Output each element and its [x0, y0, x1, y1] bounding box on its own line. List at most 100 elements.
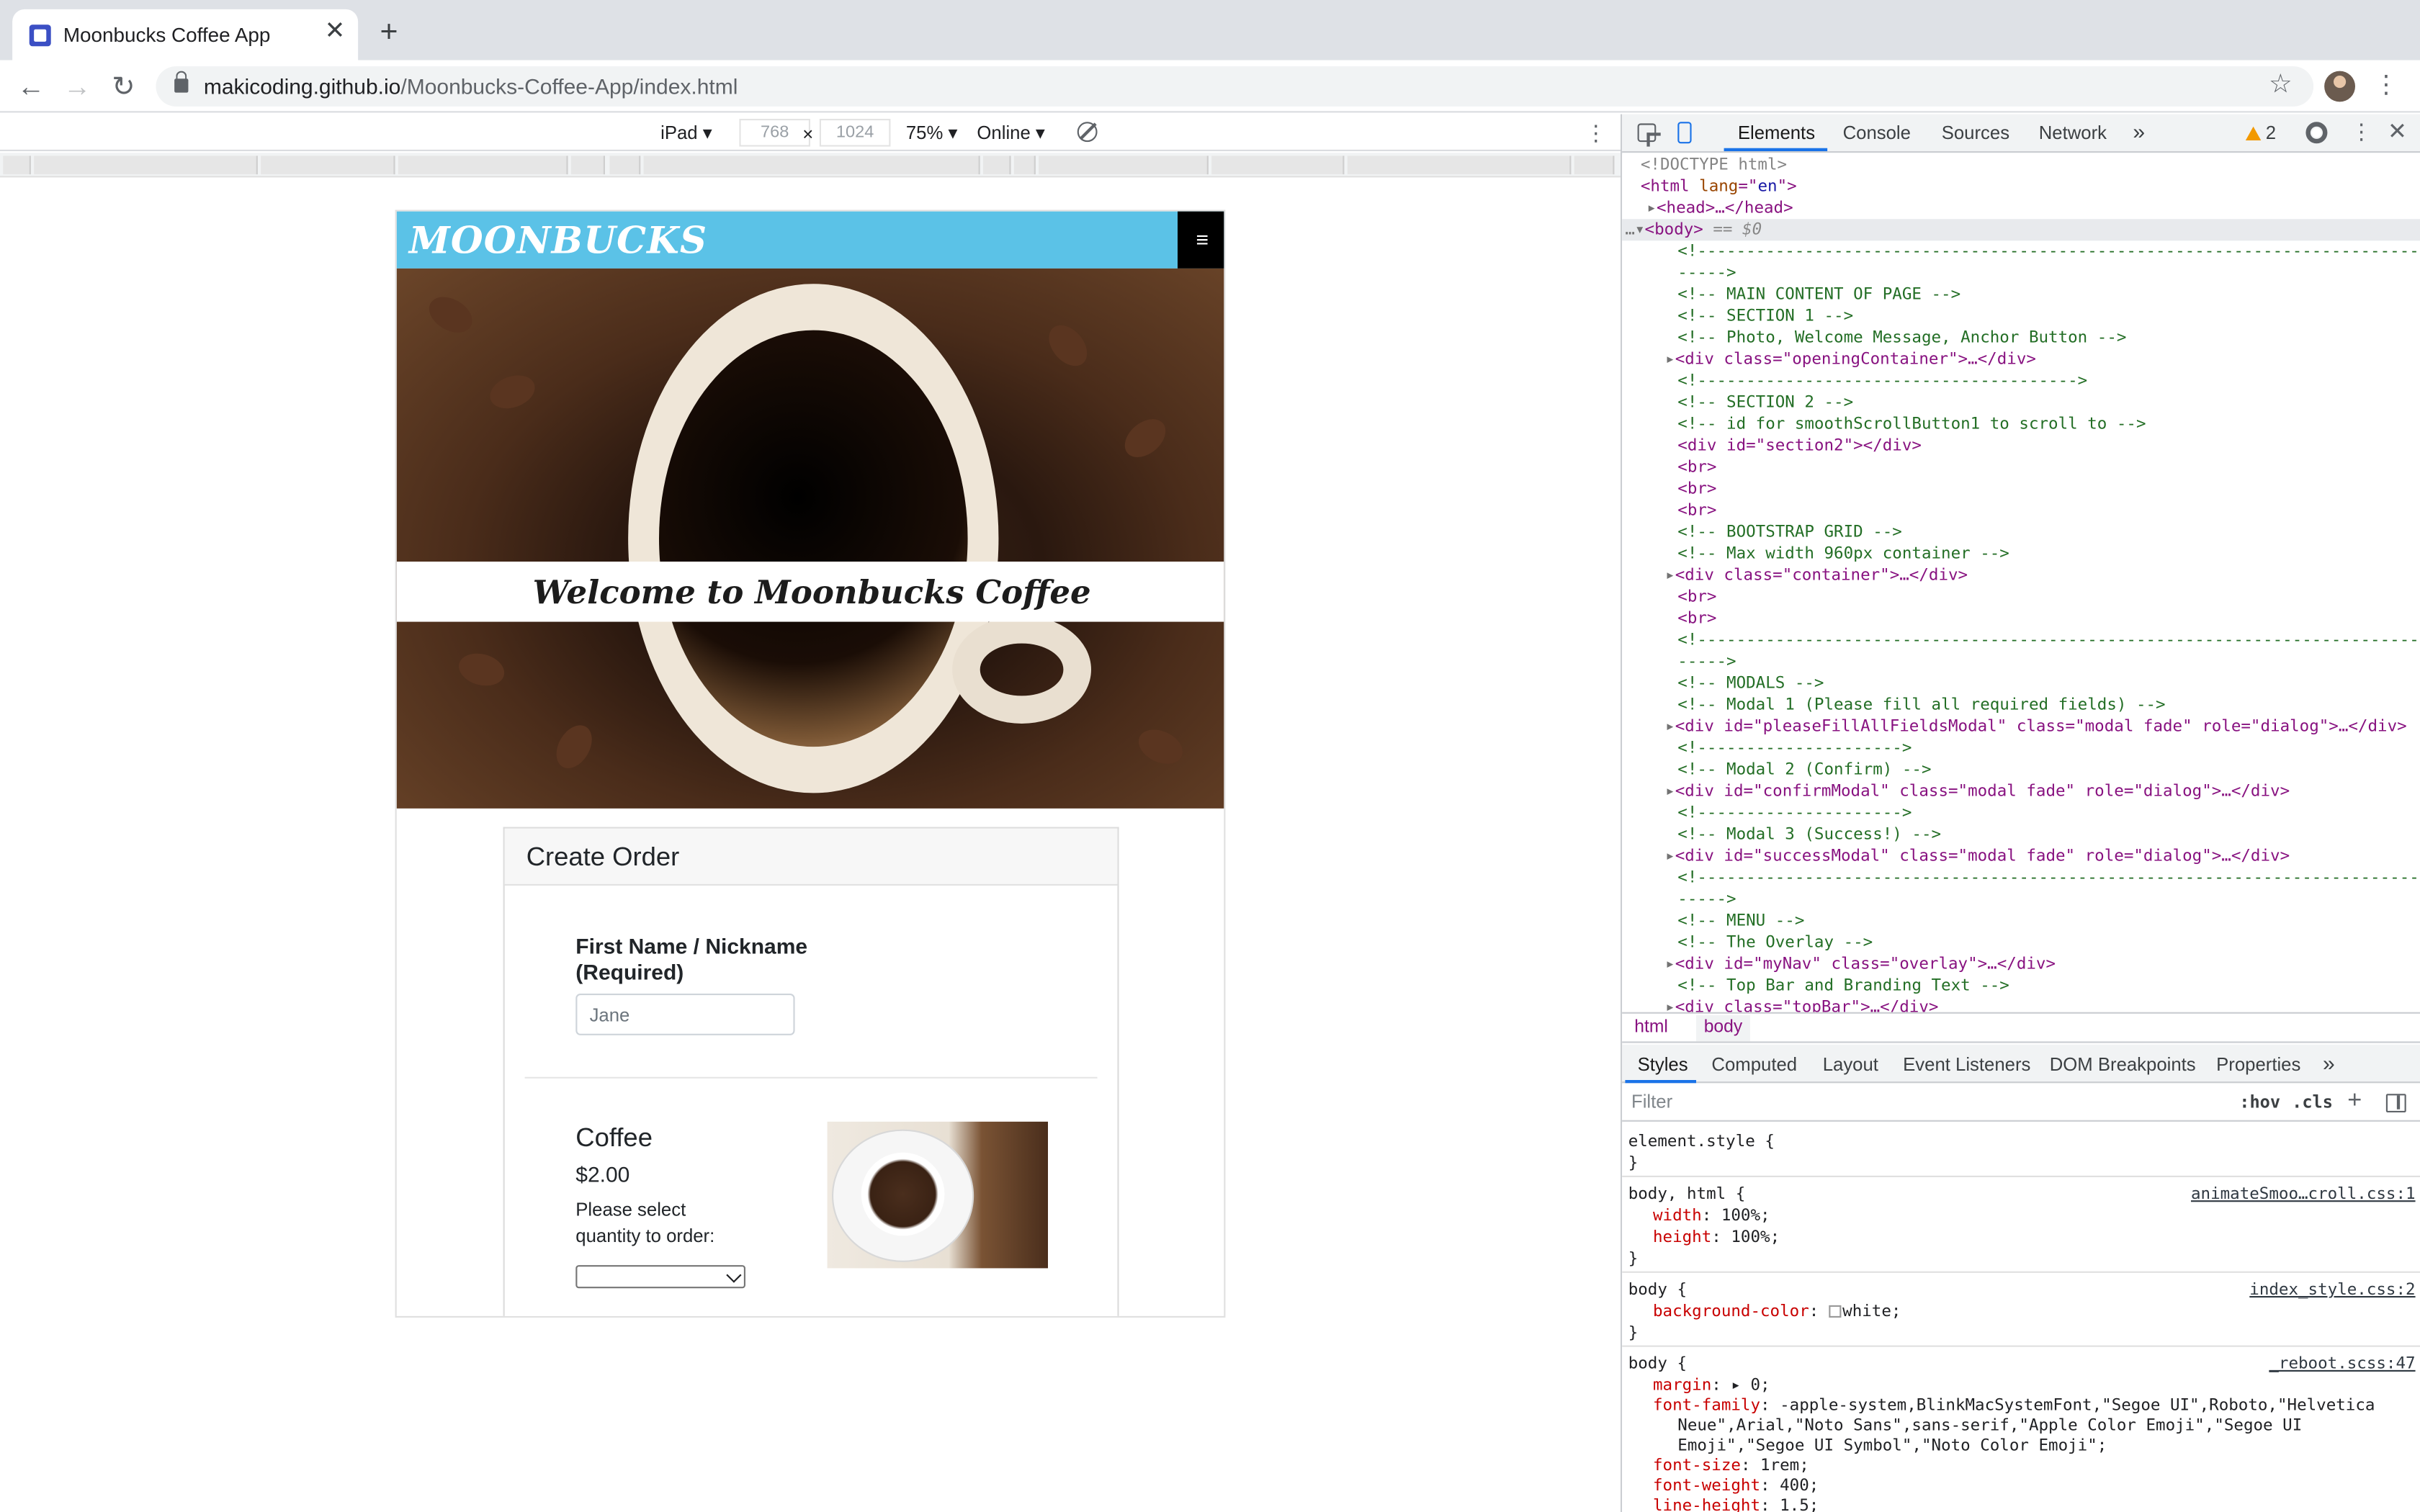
dom-line[interactable]: <br> — [1622, 478, 2420, 500]
dom-line[interactable]: <!--------------------------------------… — [1622, 629, 2420, 651]
warnings-badge[interactable]: 2 — [2245, 122, 2276, 143]
css-property[interactable]: background-color — [1653, 1302, 1809, 1321]
css-value[interactable]: : 1rem; — [1741, 1457, 1809, 1475]
ruler-segment[interactable] — [570, 156, 605, 175]
media-query-ruler[interactable] — [0, 153, 1621, 178]
ruler-segment[interactable] — [1574, 156, 1615, 175]
expand-triangle-icon[interactable]: ▸ — [1665, 566, 1675, 585]
new-tab-icon[interactable]: + — [374, 17, 405, 48]
css-value[interactable]: : 100%; — [1702, 1207, 1770, 1225]
dom-line[interactable]: <!-- Photo, Welcome Message, Anchor Butt… — [1622, 327, 2420, 348]
dom-line[interactable]: ▸<div id="myNav" class="overlay">…</div> — [1622, 953, 2420, 975]
dom-line-head[interactable]: ▸<head>…</head> — [1622, 197, 2420, 219]
dom-line[interactable]: <!-- SECTION 1 --> — [1622, 305, 2420, 327]
ruler-segment[interactable] — [1211, 156, 1345, 175]
dom-line[interactable]: -----> — [1622, 888, 2420, 910]
settings-gear-icon[interactable] — [2305, 122, 2328, 144]
dom-line[interactable]: <br> — [1622, 456, 2420, 478]
css-property[interactable]: line-height — [1653, 1497, 1760, 1512]
css-value[interactable]: : ▸ 0; — [1711, 1376, 1770, 1395]
dom-line[interactable]: <!DOCTYPE html> — [1622, 154, 2420, 176]
dom-line[interactable]: <!-- Top Bar and Branding Text --> — [1622, 975, 2420, 996]
dom-line[interactable]: <!-- Max width 960px container --> — [1622, 543, 2420, 564]
dom-line[interactable]: <!-- MODALS --> — [1622, 672, 2420, 694]
dom-line[interactable]: <!-- Modal 3 (Success!) --> — [1622, 824, 2420, 845]
lock-icon[interactable] — [174, 71, 189, 93]
css-value-continued[interactable]: Neue",Arial,"Noto Sans",sans-serif,"Appl… — [1677, 1416, 2302, 1435]
device-select[interactable]: iPad ▾ — [660, 122, 712, 143]
url-text[interactable]: makicoding.github.io/Moonbucks-Coffee-Ap… — [204, 74, 738, 99]
collapse-triangle-icon[interactable]: …▾ — [1625, 220, 1644, 239]
dom-line[interactable]: <div id="section2"></div> — [1622, 435, 2420, 456]
dom-line-body-selected[interactable]: …▾<body> == $0 — [1622, 219, 2420, 241]
expand-triangle-icon[interactable]: ▸ — [1665, 782, 1675, 801]
bookmark-star-icon[interactable]: ☆ — [2269, 69, 2293, 100]
dom-line[interactable]: <!-- Modal 1 (Please fill all required f… — [1622, 694, 2420, 716]
css-property[interactable]: font-weight — [1653, 1477, 1760, 1495]
css-value[interactable]: white; — [1842, 1302, 1901, 1321]
dom-line[interactable]: <!--------------------------------------… — [1622, 370, 2420, 392]
dom-line[interactable]: <!---------------------> — [1622, 802, 2420, 824]
ruler-segment[interactable] — [983, 156, 1011, 175]
css-value[interactable]: : 100%; — [1711, 1228, 1780, 1247]
brand-logo[interactable]: MOONBUCKS — [409, 217, 707, 262]
reload-icon[interactable]: ↻ — [108, 71, 139, 102]
hamburger-menu-icon[interactable]: ≡ — [1178, 211, 1224, 269]
dom-line[interactable]: <!--------------------------------------… — [1622, 240, 2420, 262]
breadcrumb-body[interactable]: body — [1696, 1015, 1750, 1042]
css-value[interactable]: : 400; — [1760, 1477, 1819, 1495]
dom-line[interactable]: <!-- SECTION 2 --> — [1622, 392, 2420, 413]
throttle-select[interactable]: Online ▾ — [977, 122, 1044, 143]
expand-triangle-icon[interactable]: ▸ — [1646, 199, 1657, 217]
ruler-segment[interactable] — [643, 156, 980, 175]
address-bar[interactable]: makicoding.github.io/Moonbucks-Coffee-Ap… — [156, 66, 2314, 107]
hover-state-toggle[interactable]: :hov — [2239, 1092, 2280, 1112]
dom-line[interactable]: <!---------------------> — [1622, 737, 2420, 759]
css-value[interactable]: : 1.5; — [1760, 1497, 1819, 1512]
browser-menu-icon[interactable]: ⋮ — [2374, 71, 2398, 102]
css-property[interactable]: font-family — [1653, 1396, 1760, 1415]
quantity-select[interactable] — [575, 1265, 745, 1289]
tab-console[interactable]: Console — [1843, 122, 1911, 143]
ruler-segment[interactable] — [3, 156, 31, 175]
browser-tab[interactable]: Moonbucks Coffee App ✕ — [12, 9, 359, 60]
dom-line[interactable]: <br> — [1622, 500, 2420, 521]
name-input[interactable]: Jane — [575, 994, 795, 1035]
rule-selector[interactable]: body { — [1628, 1281, 1687, 1300]
dom-line[interactable]: ▸<div id="successModal" class="modal fad… — [1622, 845, 2420, 867]
expand-triangle-icon[interactable]: ▸ — [1665, 998, 1675, 1012]
source-link[interactable]: _reboot.scss:47 — [2269, 1354, 2415, 1375]
css-property[interactable]: height — [1653, 1228, 1711, 1247]
ruler-segment[interactable] — [398, 156, 568, 175]
close-devtools-icon[interactable]: ✕ — [2388, 117, 2407, 145]
more-sub-tabs[interactable]: » — [2323, 1050, 2335, 1075]
tab-network[interactable]: Network — [2039, 122, 2107, 143]
source-link[interactable]: index_style.css:2 — [2249, 1281, 2415, 1302]
tab-layout[interactable]: Layout — [1823, 1054, 1878, 1076]
ruler-segment[interactable] — [1039, 156, 1209, 175]
class-toggle[interactable]: .cls — [2292, 1092, 2333, 1112]
ruler-segment[interactable] — [1013, 156, 1036, 175]
expand-triangle-icon[interactable]: ▸ — [1665, 717, 1675, 736]
dom-line[interactable]: <!-- Modal 2 (Confirm) --> — [1622, 759, 2420, 780]
width-input[interactable]: 768 — [739, 119, 810, 147]
tab-event-listeners[interactable]: Event Listeners — [1903, 1054, 2030, 1076]
dom-line[interactable]: -----> — [1622, 651, 2420, 672]
dom-line[interactable]: ▸<div class="openingContainer">…</div> — [1622, 348, 2420, 370]
dom-line[interactable]: <br> — [1622, 586, 2420, 608]
dom-line[interactable]: <!-- BOOTSTRAP GRID --> — [1622, 521, 2420, 543]
close-tab-icon[interactable]: ✕ — [323, 19, 347, 45]
css-property[interactable]: width — [1653, 1207, 1702, 1225]
rule-selector[interactable]: body { — [1628, 1354, 1687, 1373]
dom-line[interactable]: <!-- The Overlay --> — [1622, 932, 2420, 953]
rotate-icon[interactable] — [1077, 122, 1098, 143]
tab-styles[interactable]: Styles — [1638, 1054, 1688, 1076]
ruler-segment[interactable] — [34, 156, 258, 175]
breadcrumb-html[interactable]: html — [1634, 1018, 1668, 1037]
ruler-segment[interactable] — [261, 156, 395, 175]
css-property[interactable]: margin — [1653, 1376, 1711, 1395]
tab-elements[interactable]: Elements — [1738, 122, 1815, 143]
tab-computed[interactable]: Computed — [1711, 1054, 1797, 1076]
css-value[interactable]: : -apple-system,BlinkMacSystemFont,"Sego… — [1760, 1396, 2375, 1415]
tab-properties[interactable]: Properties — [2216, 1054, 2300, 1076]
